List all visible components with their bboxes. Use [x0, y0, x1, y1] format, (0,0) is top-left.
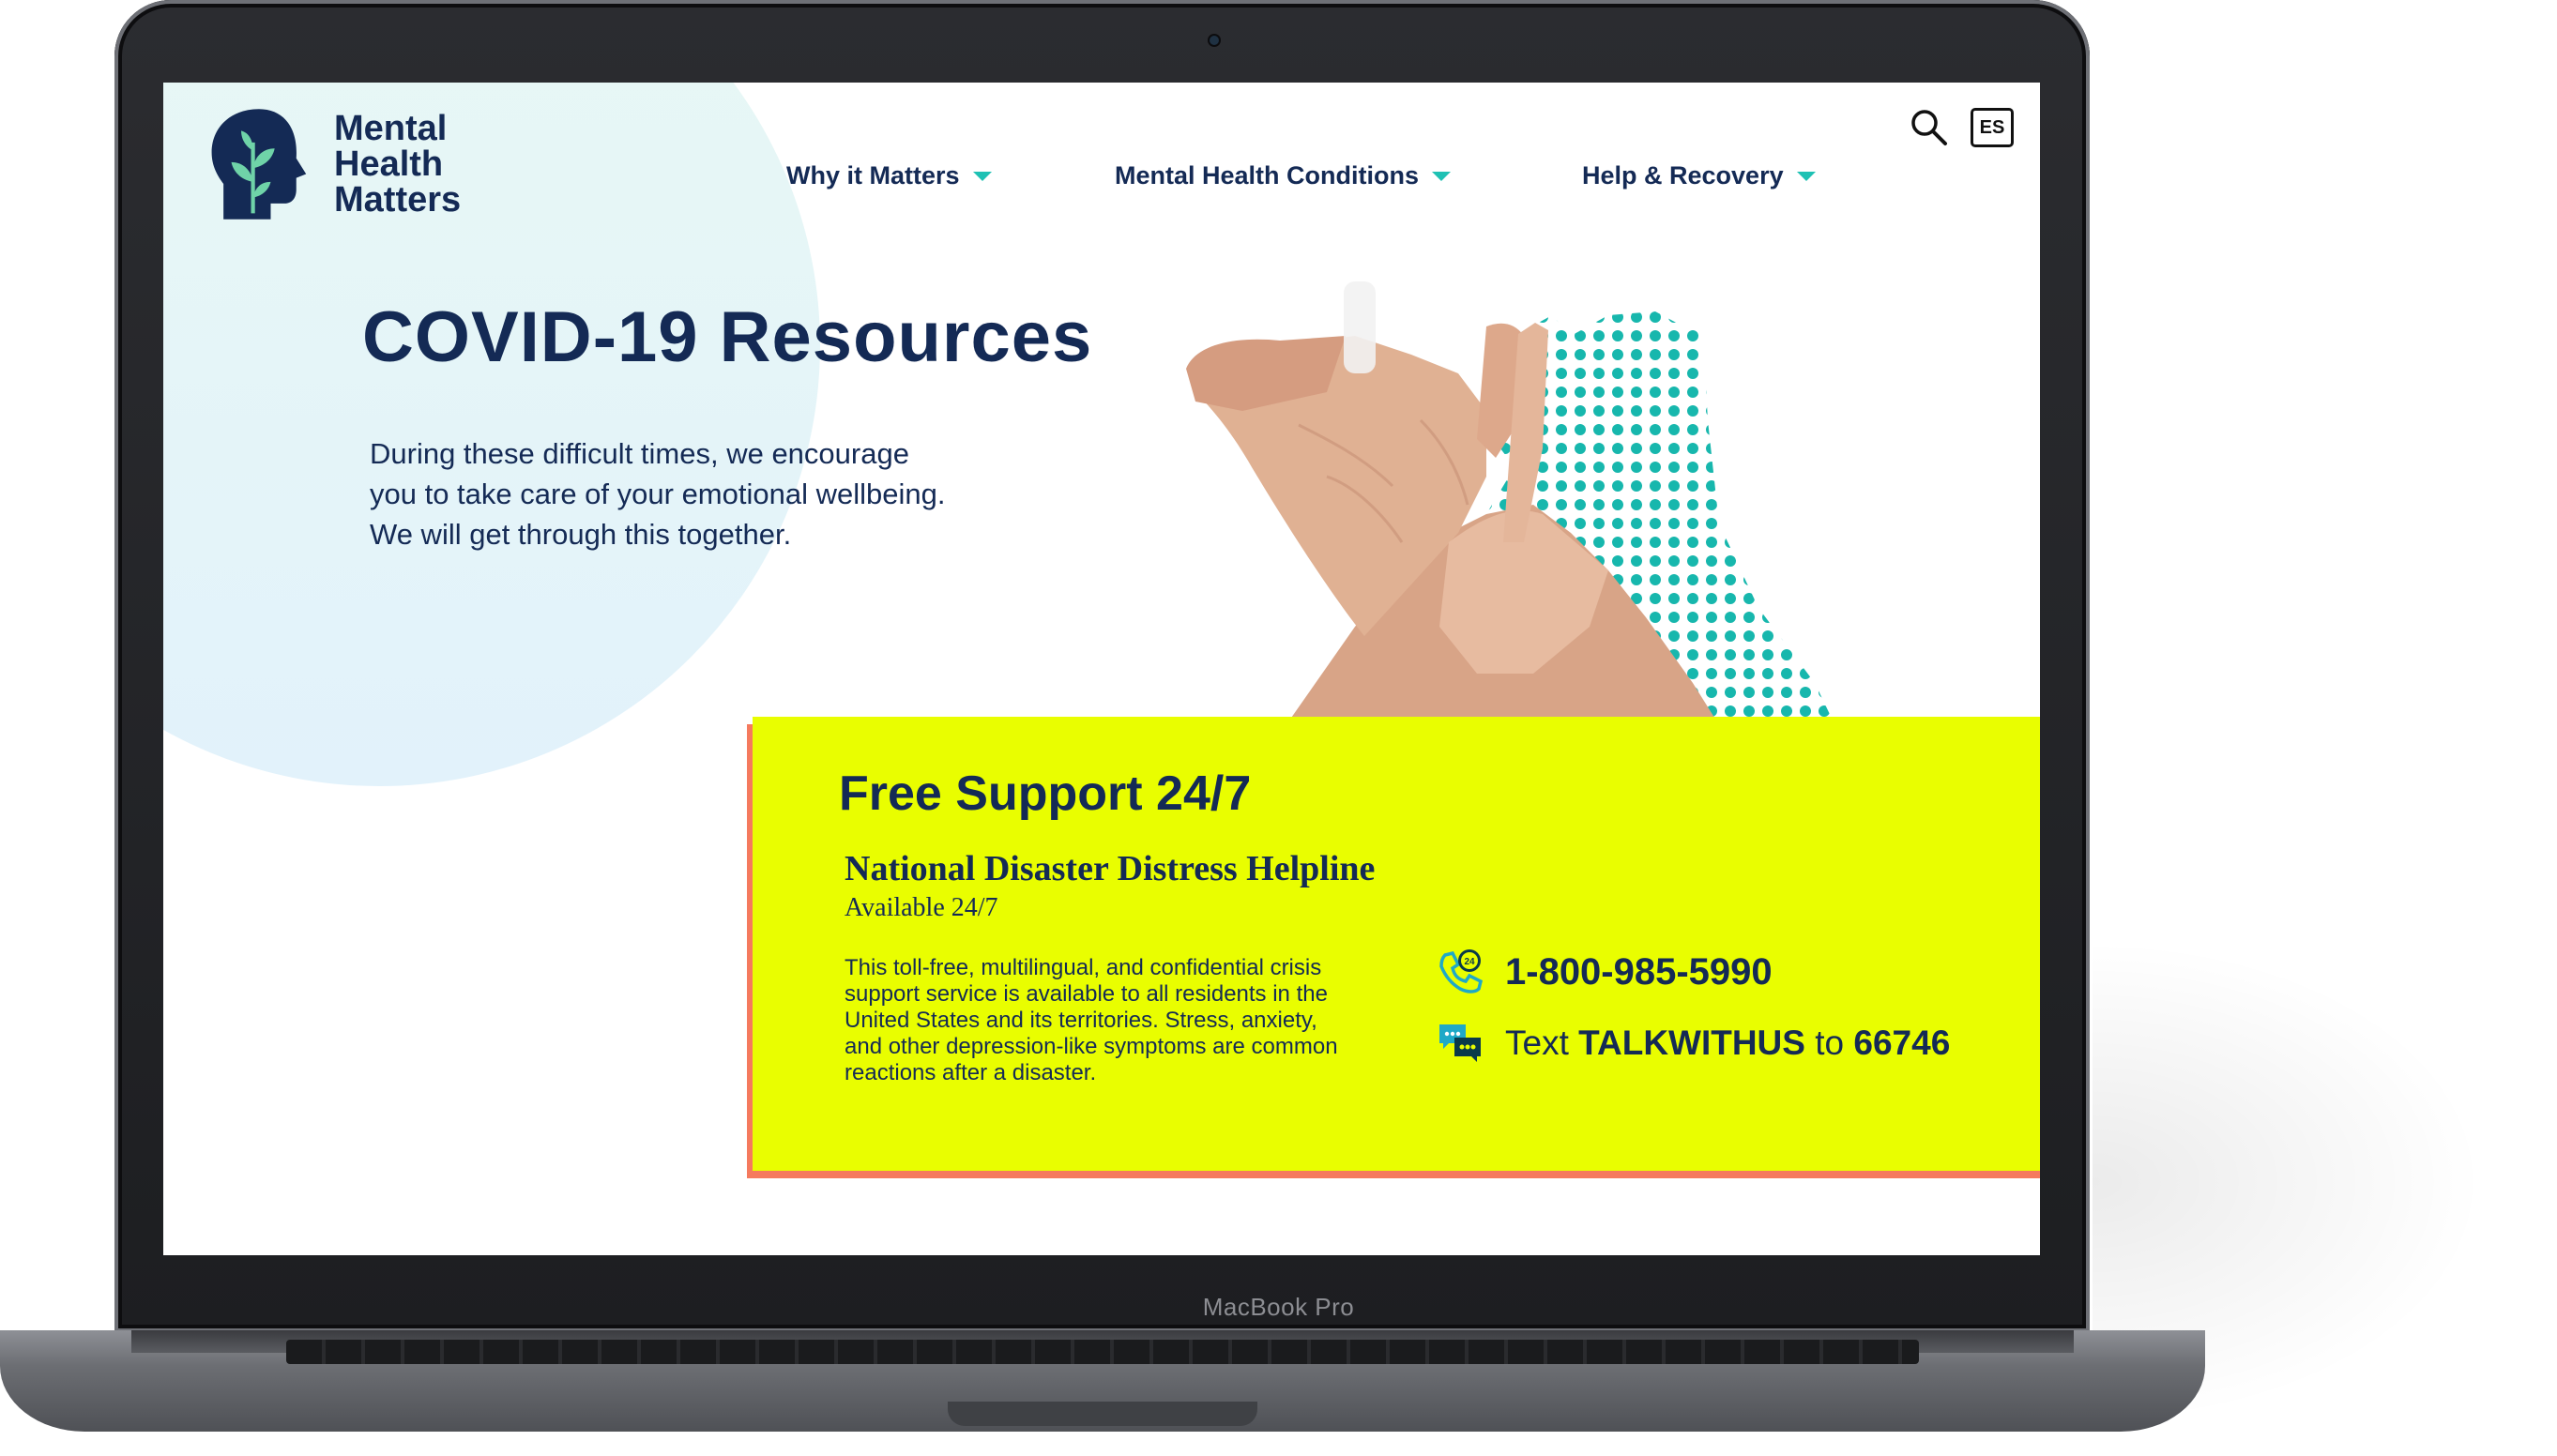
browser-viewport: Mental Health Matters Why it Matters Men…: [163, 83, 2040, 1255]
logo-line-1: Mental: [334, 109, 448, 148]
phone-contact[interactable]: 24 1-800-985-5990: [1436, 948, 1773, 996]
phone-24-icon: 24: [1439, 949, 1484, 993]
text-keyword: TALKWITHUS: [1578, 1024, 1805, 1062]
phone-number[interactable]: 1-800-985-5990: [1505, 951, 1773, 993]
nav-item-label: Mental Health Conditions: [1115, 161, 1419, 190]
utility-nav: ES: [1909, 107, 2014, 148]
hand-washing-illustration: [1186, 281, 1871, 800]
nav-item-help-recovery[interactable]: Help & Recovery: [1582, 161, 1816, 190]
nav-item-why-it-matters[interactable]: Why it Matters: [786, 161, 992, 190]
nav-item-mental-health-conditions[interactable]: Mental Health Conditions: [1115, 161, 1451, 190]
text-mid: to: [1815, 1024, 1845, 1062]
caret-down-icon: [972, 171, 992, 181]
laptop-mockup: Mental Health Matters Why it Matters Men…: [0, 0, 2557, 1456]
nav-item-label: Why it Matters: [786, 161, 960, 190]
logo-wordmark: Mental Health Matters: [334, 111, 461, 218]
hero-description: During these difficult times, we encoura…: [370, 437, 946, 551]
logo-line-3: Matters: [334, 180, 462, 220]
helpline-availability: Available 24/7: [845, 893, 998, 922]
helpline-name: National Disaster Distress Helpline: [845, 849, 1376, 888]
svg-text:24: 24: [1464, 957, 1475, 967]
head-with-leaves-icon: [211, 109, 307, 220]
page-title: COVID-19 Resources: [362, 297, 1093, 377]
search-icon[interactable]: [1909, 107, 1950, 148]
text-number: 66746: [1853, 1024, 1951, 1062]
helpline-description: This toll-free, multilingual, and confid…: [845, 955, 1338, 1085]
text-instruction: Text TALKWITHUS to 66746: [1505, 1024, 1950, 1063]
logo-line-2: Health: [334, 144, 444, 184]
keyboard-edge: [286, 1340, 1919, 1364]
caret-down-icon: [1432, 171, 1451, 181]
device-label: MacBook Pro: [1202, 1293, 1355, 1321]
site-logo[interactable]: Mental Health Matters: [201, 103, 461, 225]
trackpad-notch: [948, 1402, 1257, 1426]
text-contact[interactable]: Text TALKWITHUS to 66746: [1436, 1019, 1950, 1068]
support-card: Free Support 24/7 National Disaster Dist…: [753, 717, 2040, 1171]
support-title: Free Support 24/7: [839, 766, 1252, 821]
text-prefix: Text: [1505, 1024, 1569, 1062]
chat-bubbles-icon: [1439, 1024, 1481, 1062]
language-toggle-button[interactable]: ES: [1971, 108, 2014, 147]
webcam-icon: [1210, 36, 1219, 45]
nav-item-label: Help & Recovery: [1582, 161, 1784, 190]
caret-down-icon: [1796, 171, 1816, 181]
